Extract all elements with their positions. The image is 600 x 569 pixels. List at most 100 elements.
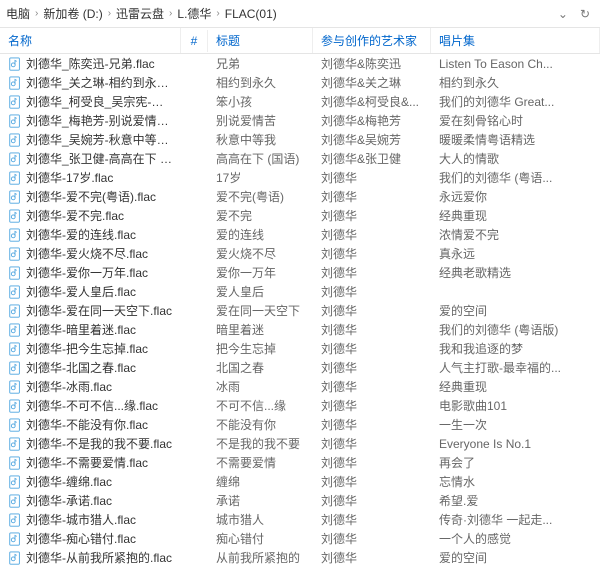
cell-name[interactable]: 刘德华-承诺.flac [0,492,181,509]
cell-artist: 刘德华 [313,397,431,414]
cell-artist: 刘德华 [313,511,431,528]
breadcrumb-seg[interactable]: L.德华 [175,5,213,22]
cell-artist: 刘德华 [313,226,431,243]
header-name[interactable]: 名称 [0,28,181,53]
table-row[interactable]: 刘德华-爱不完.flac爱不完刘德华经典重现 [0,206,600,225]
cell-name[interactable]: 刘德华_关之琳-相约到永久.flac [0,74,181,91]
file-name: 刘德华_吴婉芳-秋意中等我.flac [26,131,173,148]
header-artist[interactable]: 参与创作的艺术家 [313,28,431,53]
cell-artist: 刘德华 [313,378,431,395]
cell-name[interactable]: 刘德华_陈奕迅-兄弟.flac [0,55,181,72]
cell-name[interactable]: 刘德华-爱你一万年.flac [0,264,181,281]
table-row[interactable]: 刘德华-17岁.flac17岁刘德华我们的刘德华 (粤语... [0,168,600,187]
breadcrumb-seg[interactable]: 迅雷云盘 [114,5,166,22]
cell-name[interactable]: 刘德华-不需要爱情.flac [0,454,181,471]
table-row[interactable]: 刘德华-爱的连线.flac爱的连线刘德华浓情爱不完 [0,225,600,244]
breadcrumb[interactable]: 电脑 › 新加卷 (D:) › 迅雷云盘 › L.德华 › FLAC(01) ⌄… [0,0,600,28]
cell-title: 爱人皇后 [208,283,313,300]
cell-name[interactable]: 刘德华_梅艳芳-别说爱情苦.flac [0,112,181,129]
file-name: 刘德华-缠绵.flac [26,473,112,490]
cell-album: 人气主打歌-最幸福的... [431,359,600,376]
breadcrumb-seg[interactable]: FLAC(01) [223,7,279,21]
table-row[interactable]: 刘德华-不可不信...缘.flac不可不信...缘刘德华电影歌曲101 [0,396,600,415]
cell-name[interactable]: 刘德华-爱人皇后.flac [0,283,181,300]
table-row[interactable]: 刘德华-北国之春.flac北国之春刘德华人气主打歌-最幸福的... [0,358,600,377]
cell-artist: 刘德华 [313,435,431,452]
file-name: 刘德华_陈奕迅-兄弟.flac [26,55,155,72]
file-name: 刘德华_梅艳芳-别说爱情苦.flac [26,112,173,129]
table-row[interactable]: 刘德华-爱在同一天空下.flac爱在同一天空下刘德华爱的空间 [0,301,600,320]
file-name: 刘德华-把今生忘掉.flac [26,340,148,357]
cell-title: 城市猎人 [208,511,313,528]
cell-name[interactable]: 刘德华-爱在同一天空下.flac [0,302,181,319]
cell-album: 永远爱你 [431,188,600,205]
table-row[interactable]: 刘德华_张卫健-高高在下 (国语).flac高高在下 (国语)刘德华&张卫健大人… [0,149,600,168]
cell-name[interactable]: 刘德华-暗里着迷.flac [0,321,181,338]
table-row[interactable]: 刘德华_吴婉芳-秋意中等我.flac秋意中等我刘德华&吴婉芳暖暖柔情粤语精选 [0,130,600,149]
table-row[interactable]: 刘德华-缠绵.flac缠绵刘德华忘情水 [0,472,600,491]
cell-title: 17岁 [208,169,313,186]
refresh-icon[interactable]: ↻ [574,7,596,21]
file-name: 刘德华_柯受良_吴宗宪-笨小孩.flac [26,93,173,110]
cell-title: 笨小孩 [208,93,313,110]
chevron-down-icon[interactable]: ⌄ [552,7,574,21]
table-row[interactable]: 刘德华_陈奕迅-兄弟.flac兄弟刘德华&陈奕迅Listen To Eason … [0,54,600,73]
file-name: 刘德华-城市猎人.flac [26,511,136,528]
header-album[interactable]: 唱片集 [431,28,600,53]
cell-name[interactable]: 刘德华-不可不信...缘.flac [0,397,181,414]
cell-name[interactable]: 刘德华-17岁.flac [0,169,181,186]
table-row[interactable]: 刘德华-把今生忘掉.flac把今生忘掉刘德华我和我追逐的梦 [0,339,600,358]
table-row[interactable]: 刘德华_关之琳-相约到永久.flac相约到永久刘德华&关之琳相约到永久 [0,73,600,92]
cell-name[interactable]: 刘德华-把今生忘掉.flac [0,340,181,357]
table-row[interactable]: 刘德华-承诺.flac承诺刘德华希望.爱 [0,491,600,510]
table-row[interactable]: 刘德华-爱你一万年.flac爱你一万年刘德华经典老歌精选 [0,263,600,282]
table-row[interactable]: 刘德华-从前我所紧抱的.flac从前我所紧抱的刘德华爱的空间 [0,548,600,567]
cell-name[interactable]: 刘德华-爱不完(粤语).flac [0,188,181,205]
table-row[interactable]: 刘德华_梅艳芳-别说爱情苦.flac别说爱情苦刘德华&梅艳芳爱在刻骨铭心时 [0,111,600,130]
audio-file-icon [8,133,22,147]
header-title[interactable]: 标题 [208,28,313,53]
cell-name[interactable]: 刘德华-冰雨.flac [0,378,181,395]
cell-name[interactable]: 刘德华_张卫健-高高在下 (国语).flac [0,150,181,167]
cell-name[interactable]: 刘德华-缠绵.flac [0,473,181,490]
cell-album: 我们的刘德华 Great... [431,93,600,110]
table-row[interactable]: 刘德华_柯受良_吴宗宪-笨小孩.flac笨小孩刘德华&柯受良&...我们的刘德华… [0,92,600,111]
cell-artist: 刘德华&吴婉芳 [313,131,431,148]
cell-name[interactable]: 刘德华_吴婉芳-秋意中等我.flac [0,131,181,148]
cell-name[interactable]: 刘德华-从前我所紧抱的.flac [0,549,181,566]
breadcrumb-seg[interactable]: 电脑 [4,5,32,22]
cell-name[interactable]: 刘德华-爱不完.flac [0,207,181,224]
table-row[interactable]: 刘德华-痴心错付.flac痴心错付刘德华一个人的感觉 [0,529,600,548]
cell-name[interactable]: 刘德华-爱的连线.flac [0,226,181,243]
cell-name[interactable]: 刘德华-不能没有你.flac [0,416,181,433]
file-name: 刘德华-不可不信...缘.flac [26,397,158,414]
cell-album: 经典重现 [431,207,600,224]
audio-file-icon [8,494,22,508]
table-row[interactable]: 刘德华-爱不完(粤语).flac爱不完(粤语)刘德华永远爱你 [0,187,600,206]
cell-artist: 刘德华 [313,264,431,281]
table-row[interactable]: 刘德华-城市猎人.flac城市猎人刘德华传奇·刘德华 一起走... [0,510,600,529]
table-row[interactable]: 刘德华-暗里着迷.flac暗里着迷刘德华我们的刘德华 (粤语版) [0,320,600,339]
cell-title: 暗里着迷 [208,321,313,338]
cell-name[interactable]: 刘德华-痴心错付.flac [0,530,181,547]
table-row[interactable]: 刘德华-爱火烧不尽.flac爱火烧不尽刘德华真永远 [0,244,600,263]
file-list[interactable]: 刘德华_陈奕迅-兄弟.flac兄弟刘德华&陈奕迅Listen To Eason … [0,54,600,569]
cell-name[interactable]: 刘德华-不是我的我不要.flac [0,435,181,452]
table-row[interactable]: 刘德华-不需要爱情.flac不需要爱情刘德华再会了 [0,453,600,472]
table-row[interactable]: 刘德华-爱人皇后.flac爱人皇后刘德华 [0,282,600,301]
cell-name[interactable]: 刘德华-爱火烧不尽.flac [0,245,181,262]
table-row[interactable]: 刘德华-不是我的我不要.flac不是我的我不要刘德华Everyone Is No… [0,434,600,453]
cell-name[interactable]: 刘德华-北国之春.flac [0,359,181,376]
cell-title: 承诺 [208,492,313,509]
cell-name[interactable]: 刘德华-城市猎人.flac [0,511,181,528]
cell-name[interactable]: 刘德华_柯受良_吴宗宪-笨小孩.flac [0,93,181,110]
header-number[interactable]: # [181,30,208,52]
file-name: 刘德华-冰雨.flac [26,378,112,395]
table-row[interactable]: 刘德华-冰雨.flac冰雨刘德华经典重现 [0,377,600,396]
cell-album: 忘情水 [431,473,600,490]
file-name: 刘德华-17岁.flac [26,169,113,186]
chevron-right-icon: › [166,8,175,19]
table-row[interactable]: 刘德华-不能没有你.flac不能没有你刘德华一生一次 [0,415,600,434]
breadcrumb-seg[interactable]: 新加卷 (D:) [41,5,104,22]
audio-file-icon [8,342,22,356]
